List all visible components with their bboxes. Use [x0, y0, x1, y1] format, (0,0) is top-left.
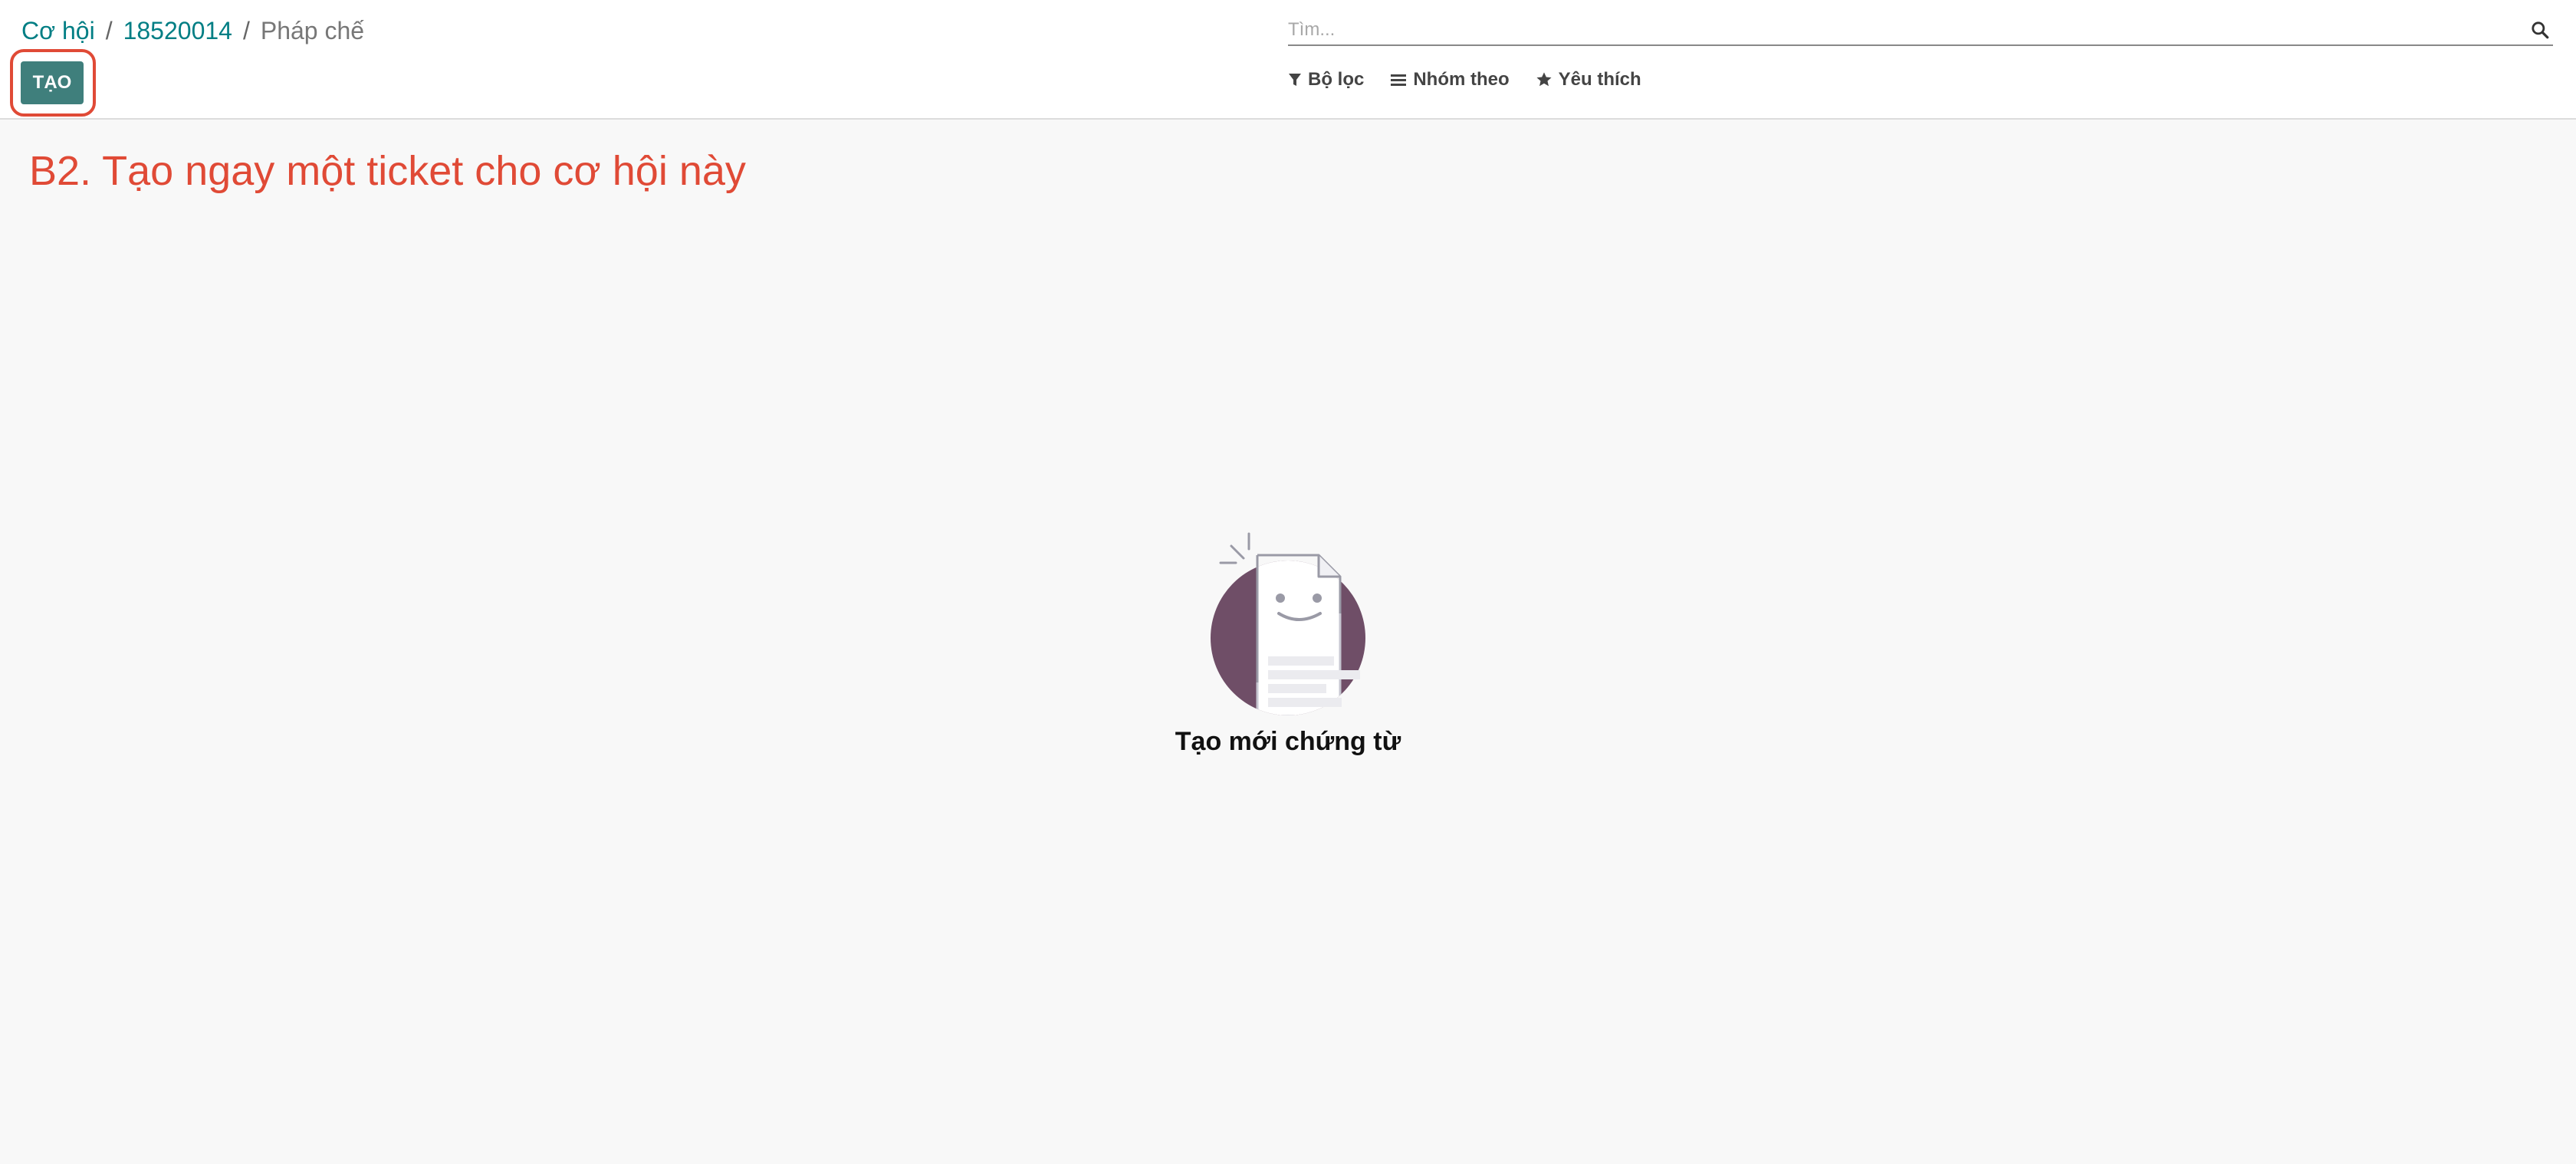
- group-by-label: Nhóm theo: [1413, 69, 1510, 90]
- search-icon[interactable]: [2530, 20, 2550, 40]
- search-input[interactable]: [1288, 15, 2515, 44]
- filter-icon: [1289, 74, 1301, 86]
- breadcrumb-item-opportunities[interactable]: Cơ hội: [21, 14, 95, 48]
- create-button[interactable]: TẠO: [21, 61, 84, 104]
- search-bar: [1288, 15, 2553, 46]
- filters-button[interactable]: Bộ lọc: [1288, 69, 1364, 90]
- favorites-label: Yêu thích: [1558, 69, 1641, 90]
- smiling-document-icon: [1211, 532, 1365, 715]
- favorites-button[interactable]: Yêu thích: [1536, 69, 1641, 90]
- bars-icon: [1391, 74, 1407, 86]
- breadcrumb: Cơ hội / 18520014 / Pháp chế: [21, 14, 364, 48]
- breadcrumb-current: Pháp chế: [260, 17, 365, 44]
- filters-label: Bộ lọc: [1308, 69, 1365, 90]
- breadcrumb-item-record[interactable]: 18520014: [123, 14, 232, 48]
- search-options: Bộ lọc Nhóm theo Yêu thích: [1288, 69, 1668, 90]
- no-content-helper: Tạo mới chứng từ: [1150, 529, 1426, 757]
- group-by-button[interactable]: Nhóm theo: [1390, 69, 1510, 90]
- breadcrumb-separator: /: [105, 17, 113, 44]
- control-panel: Cơ hội / 18520014 / Pháp chế TẠO Bộ lọc …: [0, 0, 2576, 120]
- breadcrumb-separator: /: [242, 17, 250, 44]
- helper-title: Tạo mới chứng từ: [1175, 727, 1401, 756]
- star-icon: [1536, 72, 1552, 87]
- annotation-text: B2. Tạo ngay một ticket cho cơ hội này: [29, 148, 746, 194]
